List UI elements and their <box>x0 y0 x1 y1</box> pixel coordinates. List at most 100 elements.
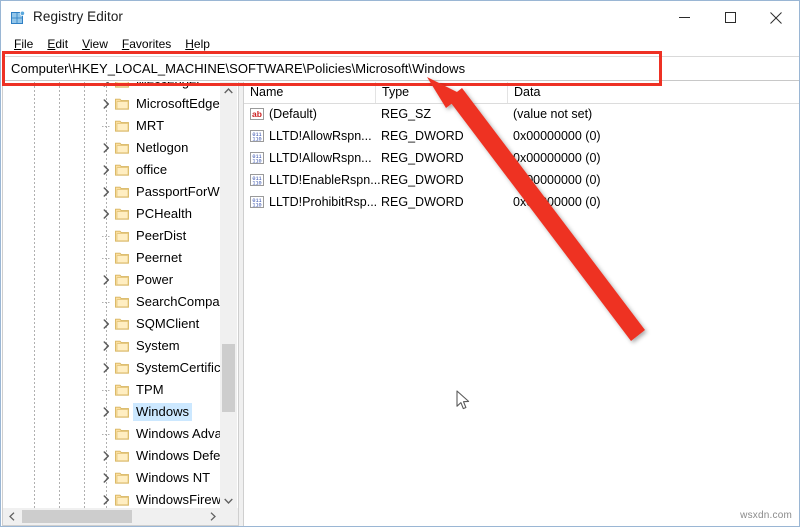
folder-icon <box>115 405 129 418</box>
chevron-right-icon[interactable] <box>99 137 113 159</box>
chevron-right-icon[interactable] <box>99 159 113 181</box>
value-row[interactable]: 011 110 LLTD!EnableRspn... REG_DWORD 0x00000… <box>244 169 799 191</box>
tree-item-label: Peernet <box>136 250 182 265</box>
string-value-icon: ab <box>249 106 265 122</box>
menu-edit[interactable]: Edit <box>40 34 75 54</box>
value-data: 0x00000000 (0) <box>513 129 601 143</box>
tree-item-systemcertifica[interactable]: SystemCertifica <box>3 357 221 379</box>
menu-view-mnemonic: V <box>82 37 90 51</box>
chevron-right-icon[interactable] <box>99 203 113 225</box>
minimize-button[interactable] <box>661 1 707 34</box>
folder-icon <box>115 339 129 352</box>
folder-icon <box>115 471 129 484</box>
folder-icon <box>115 97 129 110</box>
menu-favorites-rest: avorites <box>129 37 172 51</box>
tree-item-label: Messenger <box>133 82 204 91</box>
menu-edit-rest: dit <box>55 37 69 51</box>
value-type: REG_DWORD <box>381 173 464 187</box>
chevron-right-icon[interactable] <box>99 357 113 379</box>
tree-item-netlogon[interactable]: Netlogon <box>3 137 221 159</box>
close-button[interactable] <box>753 1 799 34</box>
folder-icon <box>115 82 129 88</box>
folder-icon <box>115 273 129 286</box>
column-header-data[interactable]: Data <box>508 82 799 103</box>
tree-item-windows-defe[interactable]: Windows Defe <box>3 445 221 467</box>
tree-scroll-up-icon[interactable] <box>220 82 237 99</box>
tree-item-label: Windows Defe <box>136 448 221 463</box>
column-header-type[interactable]: Type <box>376 82 508 103</box>
tree-vertical-scroll-thumb[interactable] <box>222 344 235 412</box>
tree-item-tpm[interactable]: TPM <box>3 379 221 401</box>
value-row[interactable]: 011 110 LLTD!ProhibitRsp... REG_DWORD 0x0000… <box>244 191 799 213</box>
tree-item-microsoftedge[interactable]: MicrosoftEdge <box>3 93 221 115</box>
tree-item-power[interactable]: Power <box>3 269 221 291</box>
menu-help[interactable]: Help <box>178 34 217 54</box>
folder-icon <box>115 493 129 506</box>
tree-item-searchcompan[interactable]: SearchCompan <box>3 291 221 313</box>
chevron-right-icon[interactable] <box>99 269 113 291</box>
tree-item-windows-adva[interactable]: Windows Adva <box>3 423 221 445</box>
tree-scroll-left-icon[interactable] <box>3 508 20 525</box>
tree-scroll-down-icon[interactable] <box>220 492 237 509</box>
values-list: ab (Default) REG_SZ (value not set) 011 110 LL… <box>244 103 799 213</box>
value-name: LLTD!EnableRspn... <box>269 173 381 187</box>
chevron-right-icon[interactable] <box>99 93 113 115</box>
tree-scroll-right-icon[interactable] <box>204 508 221 525</box>
value-row[interactable]: ab (Default) REG_SZ (value not set) <box>244 103 799 125</box>
value-row[interactable]: 011 110 LLTD!AllowRspn... REG_DWORD 0x000000… <box>244 147 799 169</box>
tree-item-label: MicrosoftEdge <box>136 96 220 111</box>
tree-item-sqmclient[interactable]: SQMClient <box>3 313 221 335</box>
tree-item-windows[interactable]: Windows <box>3 401 221 423</box>
tree-item-system[interactable]: System <box>3 335 221 357</box>
registry-editor-window: Registry Editor File Edit View Favorites… <box>0 0 800 527</box>
value-name: LLTD!AllowRspn... <box>269 129 372 143</box>
address-bar[interactable]: Computer\HKEY_LOCAL_MACHINE\SOFTWARE\Pol… <box>2 56 799 81</box>
tree-item-passportforwo[interactable]: PassportForWo <box>3 181 221 203</box>
tree-item-label: WindowsFirewa <box>136 492 221 507</box>
tree-item-peerdist[interactable]: PeerDist <box>3 225 221 247</box>
chevron-right-icon[interactable] <box>99 313 113 335</box>
value-type: REG_DWORD <box>381 129 464 143</box>
column-header-name[interactable]: Name <box>244 82 376 103</box>
tree-horizontal-scroll-thumb[interactable] <box>22 510 132 523</box>
folder-icon <box>115 383 129 396</box>
registry-tree[interactable]: Messenger MicrosoftEdge MRT Netlogon office P… <box>3 82 221 509</box>
menu-file[interactable]: File <box>7 34 40 54</box>
tree-item-label: Windows Adva <box>136 426 221 441</box>
tree-item-label: Windows NT <box>136 470 211 485</box>
chevron-right-icon[interactable] <box>99 82 113 93</box>
maximize-button[interactable] <box>707 1 753 34</box>
folder-icon <box>115 141 129 154</box>
folder-icon <box>115 185 129 198</box>
chevron-right-icon[interactable] <box>99 401 113 423</box>
value-data: 0x00000000 (0) <box>513 173 601 187</box>
folder-icon <box>115 119 129 132</box>
chevron-right-icon[interactable] <box>99 181 113 203</box>
tree-item-pchealth[interactable]: PCHealth <box>3 203 221 225</box>
chevron-right-icon[interactable] <box>99 467 113 489</box>
dword-value-icon: 011 110 <box>249 128 265 144</box>
chevron-right-icon[interactable] <box>99 335 113 357</box>
tree-horizontal-scrollbar[interactable] <box>3 508 238 525</box>
menu-view[interactable]: View <box>75 34 115 54</box>
chevron-right-icon[interactable] <box>99 445 113 467</box>
tree-item-office[interactable]: office <box>3 159 221 181</box>
folder-icon <box>115 207 129 220</box>
tree-item-windowsfirewa[interactable]: WindowsFirewa <box>3 489 221 509</box>
folder-icon <box>115 361 129 374</box>
chevron-right-icon[interactable] <box>99 489 113 509</box>
title-bar: Registry Editor <box>1 1 799 34</box>
tree-connector-line <box>102 236 111 237</box>
tree-item-list: Messenger MicrosoftEdge MRT Netlogon office P… <box>3 82 221 509</box>
value-row[interactable]: 011 110 LLTD!AllowRspn... REG_DWORD 0x000000… <box>244 125 799 147</box>
menu-favorites[interactable]: Favorites <box>115 34 178 54</box>
value-type: REG_DWORD <box>381 151 464 165</box>
tree-vertical-scrollbar[interactable] <box>220 82 237 509</box>
tree-item-label: PCHealth <box>136 206 193 221</box>
folder-icon <box>115 427 129 440</box>
menu-bar: File Edit View Favorites Help <box>1 34 799 54</box>
tree-item-windows-nt[interactable]: Windows NT <box>3 467 221 489</box>
tree-item-peernet[interactable]: Peernet <box>3 247 221 269</box>
tree-item-mrt[interactable]: MRT <box>3 115 221 137</box>
tree-item-messenger[interactable]: Messenger <box>3 82 221 93</box>
